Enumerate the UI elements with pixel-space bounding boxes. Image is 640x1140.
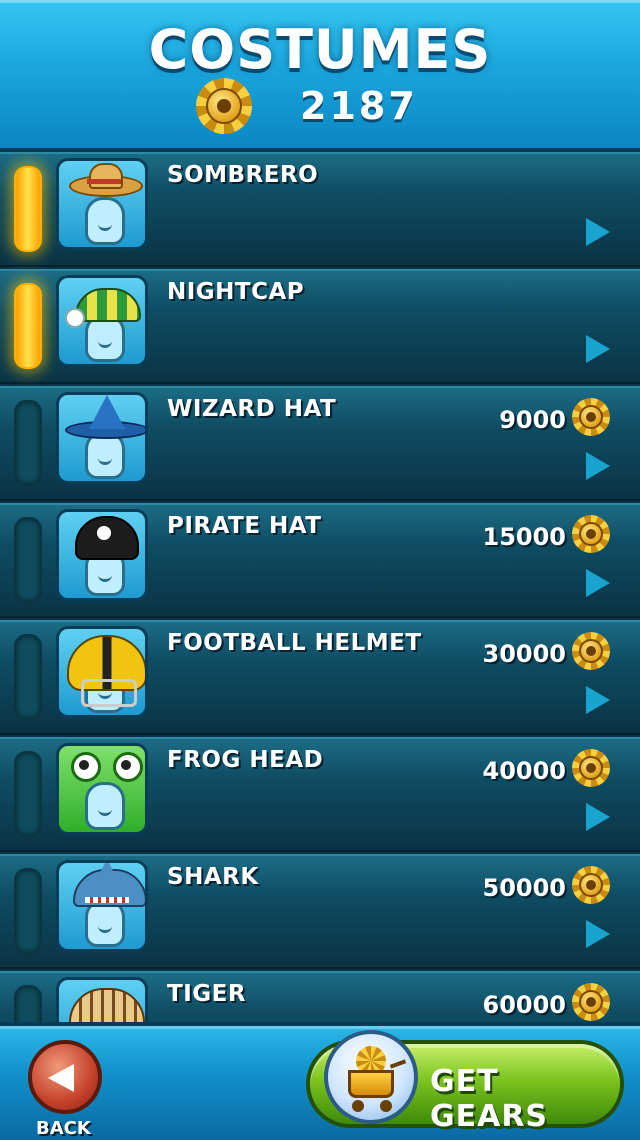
back-arrow-icon: [48, 1064, 74, 1092]
costume-price: 30000: [482, 640, 567, 668]
gear-icon: [196, 78, 252, 134]
owned-indicator: [14, 634, 42, 720]
owned-indicator: [14, 751, 42, 837]
play-arrow-icon[interactable]: [586, 686, 610, 714]
play-arrow-icon[interactable]: [586, 803, 610, 831]
costume-row-sombrero[interactable]: SOMBRERO: [0, 152, 640, 267]
play-arrow-icon[interactable]: [586, 569, 610, 597]
costume-row-frog-head[interactable]: FROG HEAD 40000: [0, 737, 640, 852]
page-title: COSTUMES: [148, 18, 492, 81]
gear-icon: [572, 398, 610, 436]
costume-price: 15000: [482, 523, 567, 551]
play-arrow-icon[interactable]: [586, 452, 610, 480]
gear-icon: [572, 983, 610, 1021]
back-button[interactable]: [28, 1040, 102, 1114]
owned-indicator: [14, 517, 42, 603]
costume-name: SHARK: [167, 864, 259, 890]
football-helmet-icon: [56, 626, 148, 718]
owned-indicator: [14, 400, 42, 486]
costume-price: 60000: [482, 991, 567, 1019]
costume-price: 40000: [482, 757, 567, 785]
gear-icon: [572, 632, 610, 670]
header: COSTUMES 2187: [0, 0, 640, 152]
costume-row-nightcap[interactable]: NIGHTCAP: [0, 269, 640, 384]
nightcap-icon: [56, 275, 148, 367]
play-arrow-icon[interactable]: [586, 218, 610, 246]
frog-head-icon: [56, 743, 148, 835]
costume-name: FOOTBALL HELMET: [167, 630, 422, 656]
costume-name: PIRATE HAT: [167, 513, 322, 539]
pirate-hat-icon: [56, 509, 148, 601]
get-gears-label: GET GEARS: [430, 1064, 549, 1134]
costume-name: SOMBRERO: [167, 162, 319, 188]
costume-row-pirate-hat[interactable]: PIRATE HAT 15000: [0, 503, 640, 618]
owned-indicator: [14, 166, 42, 252]
costume-name: WIZARD HAT: [167, 396, 337, 422]
shopping-cart-icon: [324, 1030, 418, 1124]
tiger-icon: [56, 977, 148, 1024]
costume-list[interactable]: SOMBRERO NIGHTCAP WIZARD HAT 9000 PIRATE…: [0, 152, 640, 1024]
costume-name: TIGER: [167, 981, 247, 1007]
costume-row-football-helmet[interactable]: FOOTBALL HELMET 30000: [0, 620, 640, 735]
shark-icon: [56, 860, 148, 952]
play-arrow-icon[interactable]: [586, 920, 610, 948]
costume-name: FROG HEAD: [167, 747, 324, 773]
gear-icon: [572, 515, 610, 553]
costume-name: NIGHTCAP: [167, 279, 305, 305]
costume-row-tiger[interactable]: TIGER 60000: [0, 971, 640, 1024]
footer: BACK GET GEARS: [0, 1022, 640, 1140]
get-gears-button[interactable]: GET GEARS: [306, 1030, 624, 1134]
sombrero-icon: [56, 158, 148, 250]
owned-indicator: [14, 283, 42, 369]
wizard-hat-icon: [56, 392, 148, 484]
gear-icon: [572, 866, 610, 904]
owned-indicator: [14, 868, 42, 954]
costume-price: 50000: [482, 874, 567, 902]
costume-price: 9000: [499, 406, 566, 434]
play-arrow-icon[interactable]: [586, 335, 610, 363]
gear-count: 2187: [300, 84, 418, 128]
owned-indicator: [14, 985, 42, 1024]
costume-row-wizard-hat[interactable]: WIZARD HAT 9000: [0, 386, 640, 501]
costume-row-shark[interactable]: SHARK 50000: [0, 854, 640, 969]
gear-icon: [572, 749, 610, 787]
